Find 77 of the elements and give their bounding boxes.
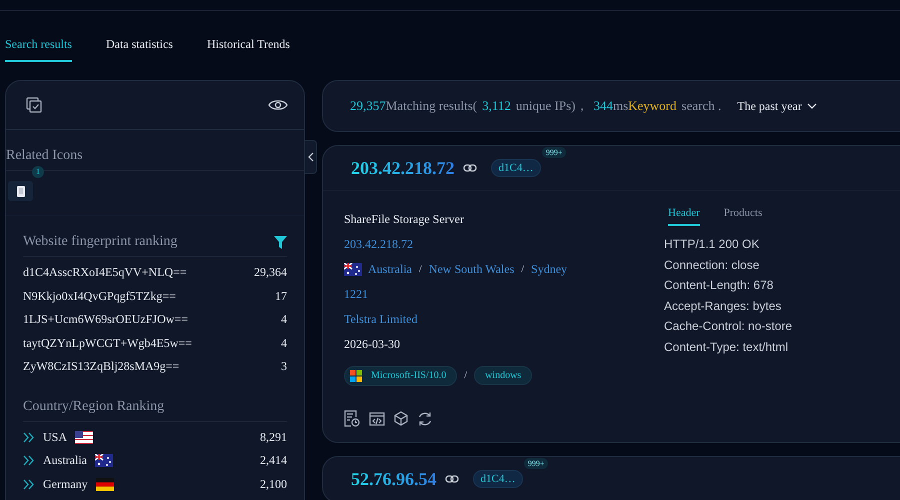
query-time: 344 bbox=[593, 98, 613, 114]
collapse-handle[interactable] bbox=[305, 140, 317, 174]
country-count: 2,100 bbox=[260, 476, 287, 492]
refresh-icon[interactable] bbox=[417, 410, 433, 426]
country-count: 8,291 bbox=[260, 430, 287, 445]
fingerprint-hash[interactable]: 1LJS+Ucm6W69srOEUzFJOw== bbox=[23, 312, 188, 328]
favicon-tile[interactable] bbox=[8, 181, 33, 201]
australia-flag-icon bbox=[344, 263, 362, 276]
location-link[interactable]: Australia bbox=[368, 262, 412, 277]
location-link[interactable]: Sydney bbox=[531, 262, 568, 277]
double-chevron-icon bbox=[23, 432, 35, 443]
australia-flag-icon bbox=[95, 454, 113, 468]
fingerprint-hash[interactable]: ZyW8CzIS13ZqBlj28sMA9g== bbox=[23, 359, 180, 374]
detail-tab[interactable]: Header bbox=[668, 207, 700, 226]
count-badge: 999+ bbox=[524, 458, 548, 469]
chevron-down-icon bbox=[806, 103, 817, 109]
tab[interactable]: Search results bbox=[5, 37, 72, 62]
count-badge: 999+ bbox=[542, 147, 566, 158]
detail-tab[interactable]: Products bbox=[724, 207, 762, 226]
eye-icon[interactable] bbox=[268, 98, 288, 112]
section-title: Related Icons bbox=[6, 148, 83, 164]
ip-link[interactable]: 203.42.218.72 bbox=[344, 232, 664, 257]
section-title: Website fingerprint ranking bbox=[23, 234, 178, 250]
link-icon[interactable] bbox=[462, 164, 476, 172]
chevron-left-icon bbox=[308, 152, 314, 162]
hash-count: 29,364 bbox=[254, 265, 287, 280]
count-badge: 1 bbox=[32, 166, 44, 178]
hash-count: 17 bbox=[275, 288, 287, 304]
document-icon bbox=[16, 186, 24, 196]
cube-icon[interactable] bbox=[394, 411, 408, 426]
double-chevron-icon bbox=[23, 455, 35, 466]
country-count: 2,414 bbox=[260, 453, 287, 468]
us-flag-icon bbox=[75, 430, 94, 444]
header-line: HTTP/1.1 200 OK bbox=[664, 236, 760, 253]
search-mode: Keyword bbox=[628, 98, 677, 114]
fingerprint-hash[interactable]: taytQZYnLpWCGT+Wgb4E5w== bbox=[23, 336, 192, 351]
country-name[interactable]: Australia bbox=[43, 453, 87, 468]
time-range-dropdown[interactable]: The past year bbox=[737, 98, 817, 114]
header-line: Connection: close bbox=[664, 256, 760, 274]
tab[interactable]: Historical Trends bbox=[206, 37, 290, 62]
asn-link[interactable]: 1221 bbox=[344, 282, 664, 307]
document-clock-icon[interactable] bbox=[344, 410, 360, 427]
code-window-icon[interactable] bbox=[369, 412, 385, 426]
location-link[interactable]: New South Wales bbox=[428, 262, 514, 277]
double-chevron-icon bbox=[23, 478, 35, 490]
search-mode-label: search . bbox=[682, 98, 722, 114]
header-line: Content-Length: 678 bbox=[664, 277, 774, 294]
fingerprint-hash[interactable]: d1C4AsscRXoI4E5qVV+NLQ== bbox=[23, 265, 187, 280]
result-label: Matching results( bbox=[386, 98, 478, 114]
site-title: ShareFile Storage Server bbox=[344, 211, 465, 228]
windows-logo-icon bbox=[350, 370, 362, 382]
unique-ip-count: 3,112 bbox=[482, 98, 511, 114]
organization-link[interactable]: Telstra Limited bbox=[344, 307, 664, 332]
separator: / bbox=[464, 370, 468, 381]
result-count: 29,357 bbox=[350, 98, 386, 114]
germany-flag-icon bbox=[96, 478, 114, 491]
product-tag[interactable]: Microsoft-IIS/10.0 bbox=[344, 366, 458, 386]
hash-count: 4 bbox=[281, 336, 287, 351]
separator: / bbox=[419, 264, 422, 275]
hash-count: 3 bbox=[281, 359, 287, 374]
tab[interactable]: Data statistics bbox=[106, 37, 173, 62]
fingerprint-hash[interactable]: N9Kkjo0xI4QvGPqgf5TZkg== bbox=[23, 288, 176, 304]
header-line: Cache-Control: no-store bbox=[664, 318, 794, 335]
section-title: Country/Region Ranking bbox=[23, 398, 164, 414]
time-unit: ms bbox=[612, 98, 628, 114]
separator: / bbox=[521, 264, 524, 275]
product-tag[interactable]: windows bbox=[474, 366, 532, 385]
unique-ip-label: unique IPs)， bbox=[516, 97, 588, 115]
hash-count: 4 bbox=[281, 312, 287, 328]
header-line: Content-Type: text/html bbox=[664, 338, 790, 356]
filter-icon[interactable] bbox=[274, 236, 287, 248]
checkbox-stack-icon[interactable] bbox=[26, 97, 42, 113]
date-text: 2026-03-30 bbox=[344, 336, 401, 353]
country-name[interactable]: Germany bbox=[43, 476, 88, 492]
link-icon[interactable] bbox=[444, 475, 458, 483]
header-line: Accept-Ranges: bytes bbox=[664, 298, 782, 314]
country-name[interactable]: USA bbox=[43, 430, 68, 445]
